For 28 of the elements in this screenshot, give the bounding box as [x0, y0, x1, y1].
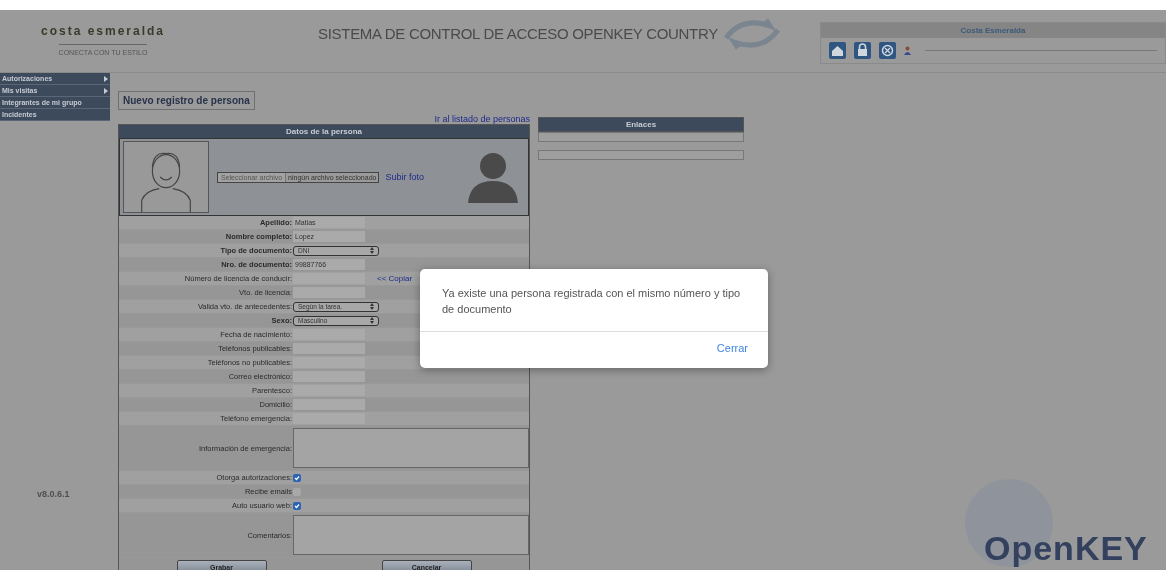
text-area[interactable]: [293, 515, 529, 555]
brand-name: costa esmeralda: [40, 24, 166, 38]
system-title: SISTEMA DE CONTROL DE ACCESO OPENKEY COUNTRY: [318, 25, 718, 42]
links-panel-header: Enlaces: [538, 117, 744, 132]
check-icon: [294, 474, 300, 481]
lock-icon[interactable]: [854, 42, 871, 59]
arrows-logo-icon: [721, 16, 782, 52]
copy-link[interactable]: << Copiar: [377, 274, 413, 283]
dialog-message: Ya existe una persona registrada con el mismo número y tipo de documento: [420, 269, 768, 332]
checkbox[interactable]: [293, 501, 301, 510]
page-title: Nuevo registro de persona: [118, 91, 255, 110]
close-icon[interactable]: [879, 42, 896, 59]
user-panel-title: Costa Esmeralda: [821, 23, 1165, 38]
upload-photo-link[interactable]: Subir foto: [385, 172, 424, 182]
updown-icon: [370, 317, 374, 324]
checkbox[interactable]: [293, 473, 301, 482]
text-area[interactable]: [293, 428, 529, 468]
panel-header: Datos de la persona: [119, 125, 529, 138]
person-list-link[interactable]: Ir al listado de personas: [434, 114, 530, 124]
close-button[interactable]: Cerrar: [716, 342, 748, 354]
version-label: v8.0.6.1: [37, 489, 71, 499]
check-icon: [294, 502, 300, 509]
home-icon[interactable]: [829, 42, 846, 59]
person-silhouette-icon: [468, 151, 518, 203]
user-icon: [904, 46, 911, 55]
updown-icon: [370, 247, 374, 254]
openkey-logo: OpenKEY: [984, 529, 1148, 568]
updown-icon: [370, 303, 374, 310]
